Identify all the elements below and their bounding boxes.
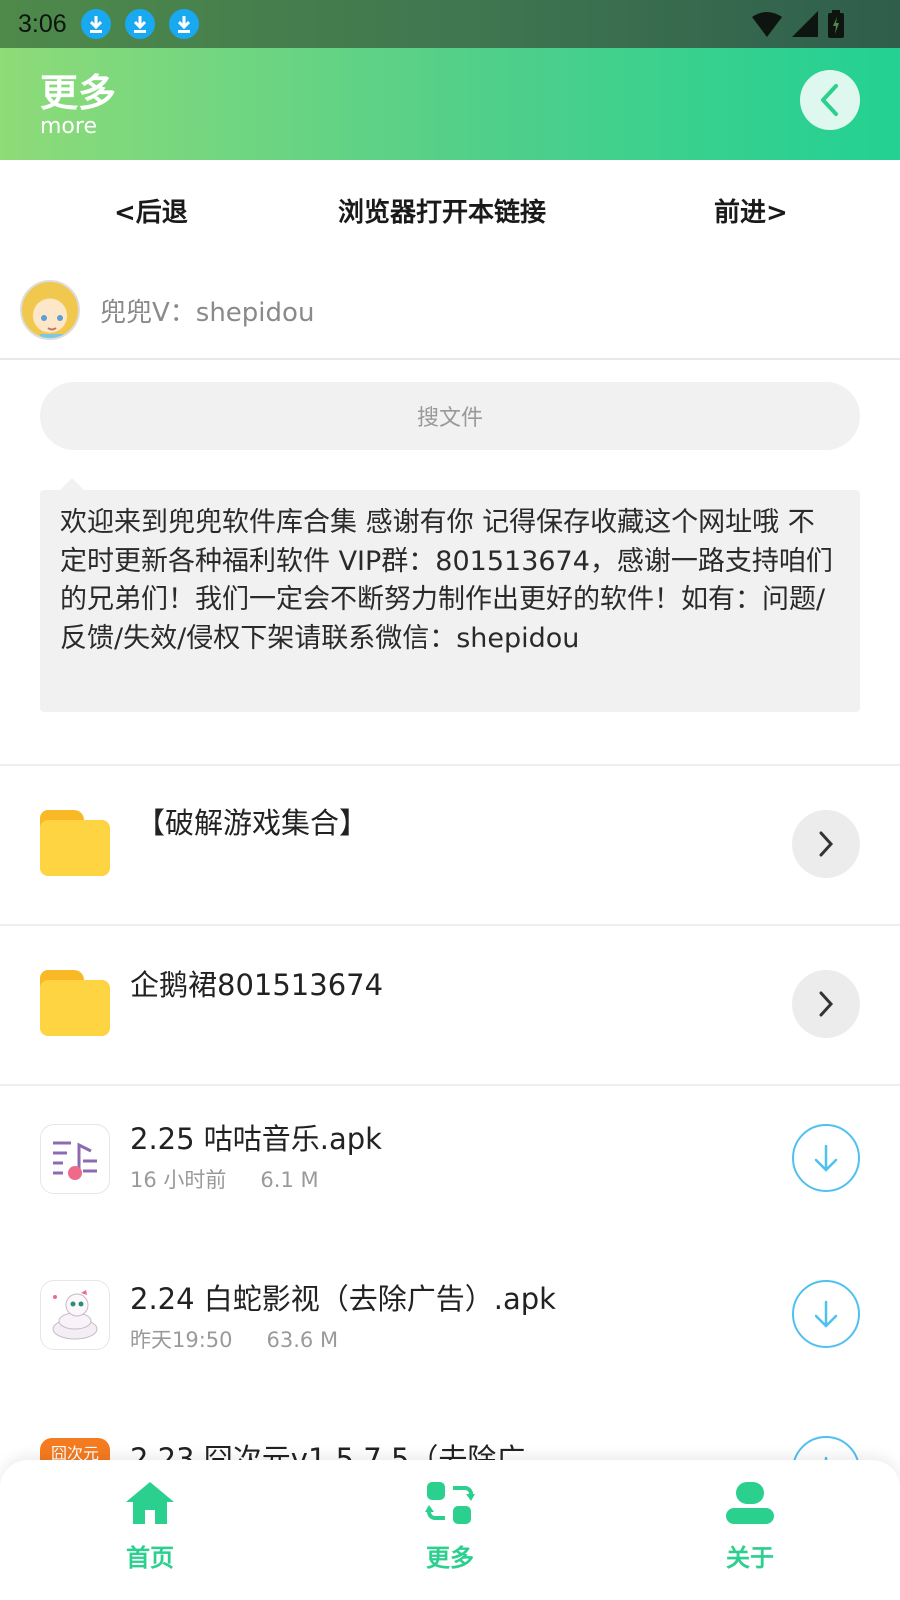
- back-button[interactable]: [800, 70, 860, 130]
- open-folder-button[interactable]: [792, 970, 860, 1038]
- download-button[interactable]: [792, 1436, 860, 1460]
- open-in-browser-link[interactable]: 浏览器打开本链接: [338, 192, 546, 229]
- file-name: 2.25 咕咕音乐.apk: [130, 1122, 382, 1156]
- home-icon: [126, 1482, 174, 1524]
- music-app-icon: [40, 1124, 110, 1194]
- signal-icon: [792, 11, 818, 37]
- folder-name: 企鹅裙801513674: [130, 968, 384, 1002]
- tab-label: 更多: [426, 1544, 474, 1572]
- file-row[interactable]: 2.24 白蛇影视（去除广告）.apk 昨天19:50 63.6 M: [0, 1244, 900, 1400]
- notice-pointer: [60, 478, 84, 490]
- anime-app-icon: 囧次元: [40, 1438, 110, 1460]
- chevron-left-icon: [821, 84, 838, 116]
- tab-home[interactable]: 首页: [90, 1480, 210, 1590]
- file-meta: 昨天19:50 63.6 M: [130, 1324, 338, 1354]
- folder-row[interactable]: 企鹅裙801513674: [0, 926, 900, 1082]
- download-button[interactable]: [792, 1280, 860, 1348]
- search-placeholder: 搜文件: [416, 406, 483, 431]
- file-time: 16 小时前: [130, 1168, 227, 1192]
- file-size: 6.1 M: [260, 1168, 319, 1192]
- status-bar: 3:06: [0, 0, 900, 48]
- app-icon-label: 囧次元: [50, 1444, 99, 1460]
- download-icon: [814, 1300, 838, 1328]
- battery-icon: [828, 10, 844, 38]
- download-icon: [814, 1144, 838, 1172]
- download-button[interactable]: [792, 1124, 860, 1192]
- status-indicators: [752, 10, 844, 38]
- nav-back-link[interactable]: <后退: [114, 192, 188, 229]
- user-contact: 兜兜V：shepidou: [100, 298, 315, 328]
- wifi-icon: [752, 12, 782, 37]
- file-row[interactable]: 囧次元 2.23 囧次元v1.5.7.5（去除广: [0, 1402, 900, 1460]
- open-folder-button[interactable]: [792, 810, 860, 878]
- tab-more[interactable]: 更多: [390, 1480, 510, 1590]
- folder-name: 【破解游戏集合】: [136, 806, 369, 840]
- chevron-right-icon: [819, 831, 834, 857]
- download-notification-icon: [124, 9, 155, 39]
- file-size: 63.6 M: [266, 1328, 339, 1352]
- status-time: 3:06: [18, 9, 67, 38]
- file-name: 2.24 白蛇影视（去除广告）.apk: [130, 1282, 556, 1316]
- swap-icon: [425, 1482, 475, 1524]
- tab-about[interactable]: 关于: [690, 1480, 810, 1590]
- page-title: 更多: [40, 71, 117, 115]
- avatar: [20, 280, 80, 340]
- page-subtitle: more: [40, 114, 97, 139]
- notice-text: 欢迎来到兜兜软件库合集 感谢有你 记得保存收藏这个网址哦 不定时更新各种福利软件…: [40, 490, 860, 712]
- bottom-tab-bar: 首页 更多 关于: [0, 1460, 900, 1600]
- file-time: 昨天19:50: [130, 1328, 233, 1352]
- snake-app-icon: [40, 1280, 110, 1350]
- app-header: 更多 more: [0, 48, 900, 160]
- folder-icon: [40, 970, 110, 1036]
- search-input[interactable]: 搜文件: [40, 382, 860, 450]
- user-icon: [726, 1482, 774, 1524]
- folder-icon: [40, 810, 110, 876]
- download-notification-icon: [168, 9, 199, 39]
- tab-label: 首页: [126, 1544, 174, 1572]
- file-row[interactable]: 2.25 咕咕音乐.apk 16 小时前 6.1 M: [0, 1086, 900, 1242]
- download-notification-icon: [80, 9, 111, 39]
- nav-forward-link[interactable]: 前进>: [714, 192, 788, 229]
- folder-row[interactable]: 【破解游戏集合】: [0, 766, 900, 922]
- file-name: 2.23 囧次元v1.5.7.5（去除广: [130, 1442, 526, 1460]
- user-row: 兜兜V：shepidou: [0, 268, 900, 360]
- browser-nav: <后退 浏览器打开本链接 前进>: [0, 160, 900, 260]
- tab-label: 关于: [726, 1544, 774, 1572]
- chevron-right-icon: [819, 991, 834, 1017]
- file-meta: 16 小时前 6.1 M: [130, 1164, 319, 1194]
